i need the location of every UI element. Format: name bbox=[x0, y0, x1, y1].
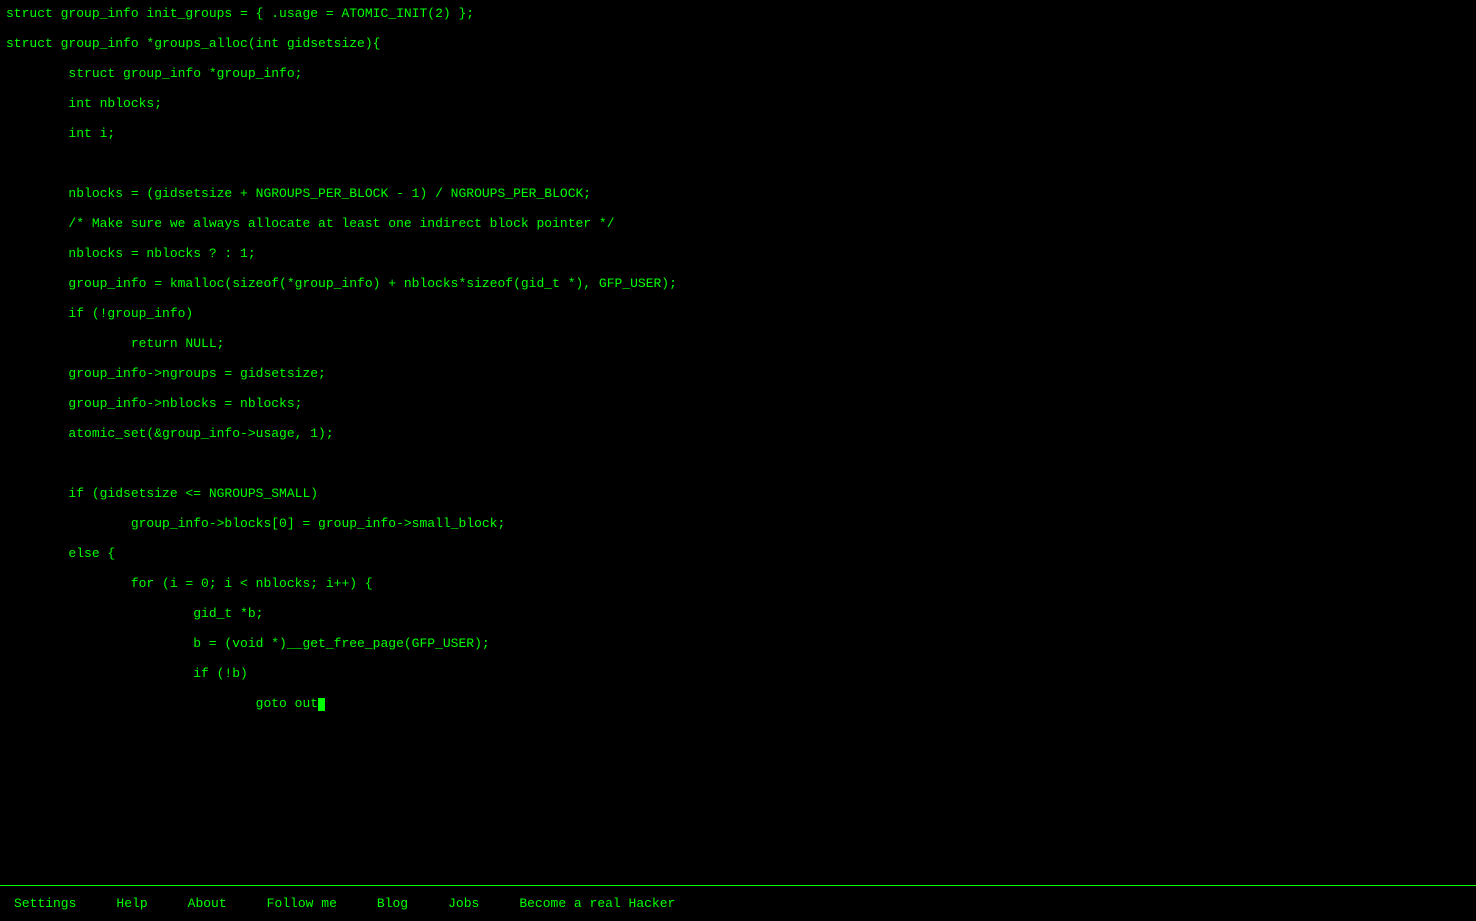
jobs-link[interactable]: Jobs bbox=[448, 896, 479, 911]
code-line bbox=[6, 201, 1470, 216]
code-line: int i; bbox=[6, 126, 1470, 141]
code-line: nblocks = (gidsetsize + NGROUPS_PER_BLOC… bbox=[6, 186, 1470, 201]
code-line bbox=[6, 471, 1470, 486]
code-line bbox=[6, 621, 1470, 636]
code-line bbox=[6, 51, 1470, 66]
code-line: struct group_info *groups_alloc(int gids… bbox=[6, 36, 1470, 51]
code-line bbox=[6, 441, 1470, 456]
code-line: if (!group_info) bbox=[6, 306, 1470, 321]
code-line bbox=[6, 531, 1470, 546]
code-line: else { bbox=[6, 546, 1470, 561]
blog-link[interactable]: Blog bbox=[377, 896, 408, 911]
code-line: struct group_info *group_info; bbox=[6, 66, 1470, 81]
code-line: group_info->ngroups = gidsetsize; bbox=[6, 366, 1470, 381]
help-link[interactable]: Help bbox=[116, 896, 147, 911]
code-line: group_info = kmalloc(sizeof(*group_info)… bbox=[6, 276, 1470, 291]
code-line bbox=[6, 501, 1470, 516]
code-line: group_info->blocks[0] = group_info->smal… bbox=[6, 516, 1470, 531]
code-line bbox=[6, 261, 1470, 276]
become-hacker-link[interactable]: Become a real Hacker bbox=[519, 896, 675, 911]
code-line bbox=[6, 21, 1470, 36]
code-line bbox=[6, 321, 1470, 336]
code-line bbox=[6, 411, 1470, 426]
code-line bbox=[6, 111, 1470, 126]
code-line: b = (void *)__get_free_page(GFP_USER); bbox=[6, 636, 1470, 651]
code-line bbox=[6, 456, 1470, 471]
code-line bbox=[6, 591, 1470, 606]
code-line bbox=[6, 291, 1470, 306]
code-line bbox=[6, 381, 1470, 396]
code-line: int nblocks; bbox=[6, 96, 1470, 111]
code-line bbox=[6, 651, 1470, 666]
code-line: if (!b) bbox=[6, 666, 1470, 681]
code-line bbox=[6, 561, 1470, 576]
code-output[interactable]: struct group_info init_groups = { .usage… bbox=[0, 0, 1476, 885]
code-line: gid_t *b; bbox=[6, 606, 1470, 621]
settings-link[interactable]: Settings bbox=[14, 896, 76, 911]
about-link[interactable]: About bbox=[188, 896, 227, 911]
code-line bbox=[6, 156, 1470, 171]
code-line: /* Make sure we always allocate at least… bbox=[6, 216, 1470, 231]
code-line: for (i = 0; i < nblocks; i++) { bbox=[6, 576, 1470, 591]
code-line: struct group_info init_groups = { .usage… bbox=[6, 6, 1470, 21]
code-line bbox=[6, 141, 1470, 156]
code-line bbox=[6, 351, 1470, 366]
code-line bbox=[6, 81, 1470, 96]
footer-bar: Settings Help About Follow me Blog Jobs … bbox=[0, 885, 1476, 921]
follow-link[interactable]: Follow me bbox=[267, 896, 337, 911]
terminal-screen[interactable]: struct group_info init_groups = { .usage… bbox=[0, 0, 1476, 921]
code-line: return NULL; bbox=[6, 336, 1470, 351]
code-line bbox=[6, 681, 1470, 696]
code-line: goto out bbox=[6, 696, 1470, 711]
code-line: group_info->nblocks = nblocks; bbox=[6, 396, 1470, 411]
code-line: atomic_set(&group_info->usage, 1); bbox=[6, 426, 1470, 441]
code-line: if (gidsetsize <= NGROUPS_SMALL) bbox=[6, 486, 1470, 501]
code-line: nblocks = nblocks ? : 1; bbox=[6, 246, 1470, 261]
cursor bbox=[318, 698, 325, 711]
code-line bbox=[6, 171, 1470, 186]
code-line bbox=[6, 231, 1470, 246]
